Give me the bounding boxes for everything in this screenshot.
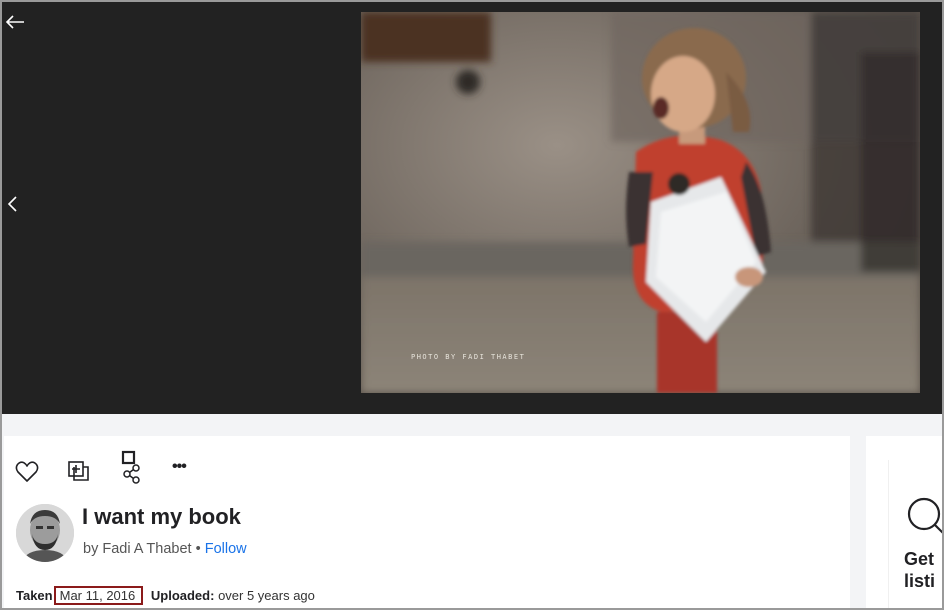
add-to-collection-icon[interactable]: [66, 459, 92, 485]
byline: by Fadi A Thabet • Follow: [83, 541, 247, 557]
side-panel-title-line1: Get: [904, 549, 935, 569]
photo-title: I want my book: [82, 504, 241, 529]
taken-date: Mar 11, 2016: [53, 586, 144, 605]
uploaded-value: over 5 years ago: [218, 588, 315, 603]
photo-meta: Taken Mar 11, 2016 Uploaded: over 5 years…: [16, 586, 315, 605]
side-panel: Get listi Up: [866, 436, 942, 608]
taken-label: Taken: [16, 588, 53, 603]
photo-watermark: PHOTO BY FADI THABET: [411, 353, 525, 361]
author-name[interactable]: Fadi A Thabet: [102, 541, 191, 557]
byline-separator: •: [195, 541, 201, 557]
byline-prefix: by: [83, 541, 99, 557]
photo-info-card: ••• I want my book by Fadi A Thabet • Fo…: [4, 436, 850, 608]
avatar[interactable]: [16, 504, 74, 562]
more-options-button[interactable]: •••: [172, 458, 187, 476]
share-icon[interactable]: [118, 450, 144, 484]
heart-icon[interactable]: [14, 459, 40, 485]
search-icon: [907, 497, 942, 534]
avatar-photo: [16, 504, 74, 562]
photo-details-area: ••• I want my book by Fadi A Thabet • Fo…: [2, 414, 942, 608]
follow-link[interactable]: Follow: [205, 541, 247, 557]
side-panel-title-line2: listi: [904, 571, 936, 591]
main-photo: PHOTO BY FADI THABET: [361, 12, 920, 393]
chevron-left-icon[interactable]: [4, 192, 20, 216]
photo-viewer: PHOTO BY FADI THABET: [2, 2, 942, 414]
arrow-left-icon[interactable]: [4, 10, 28, 34]
uploaded-label: Uploaded:: [150, 588, 215, 603]
side-panel-title: Get listi: [904, 548, 935, 592]
app-frame: PHOTO BY FADI THABET ••• I want my book …: [0, 0, 944, 610]
